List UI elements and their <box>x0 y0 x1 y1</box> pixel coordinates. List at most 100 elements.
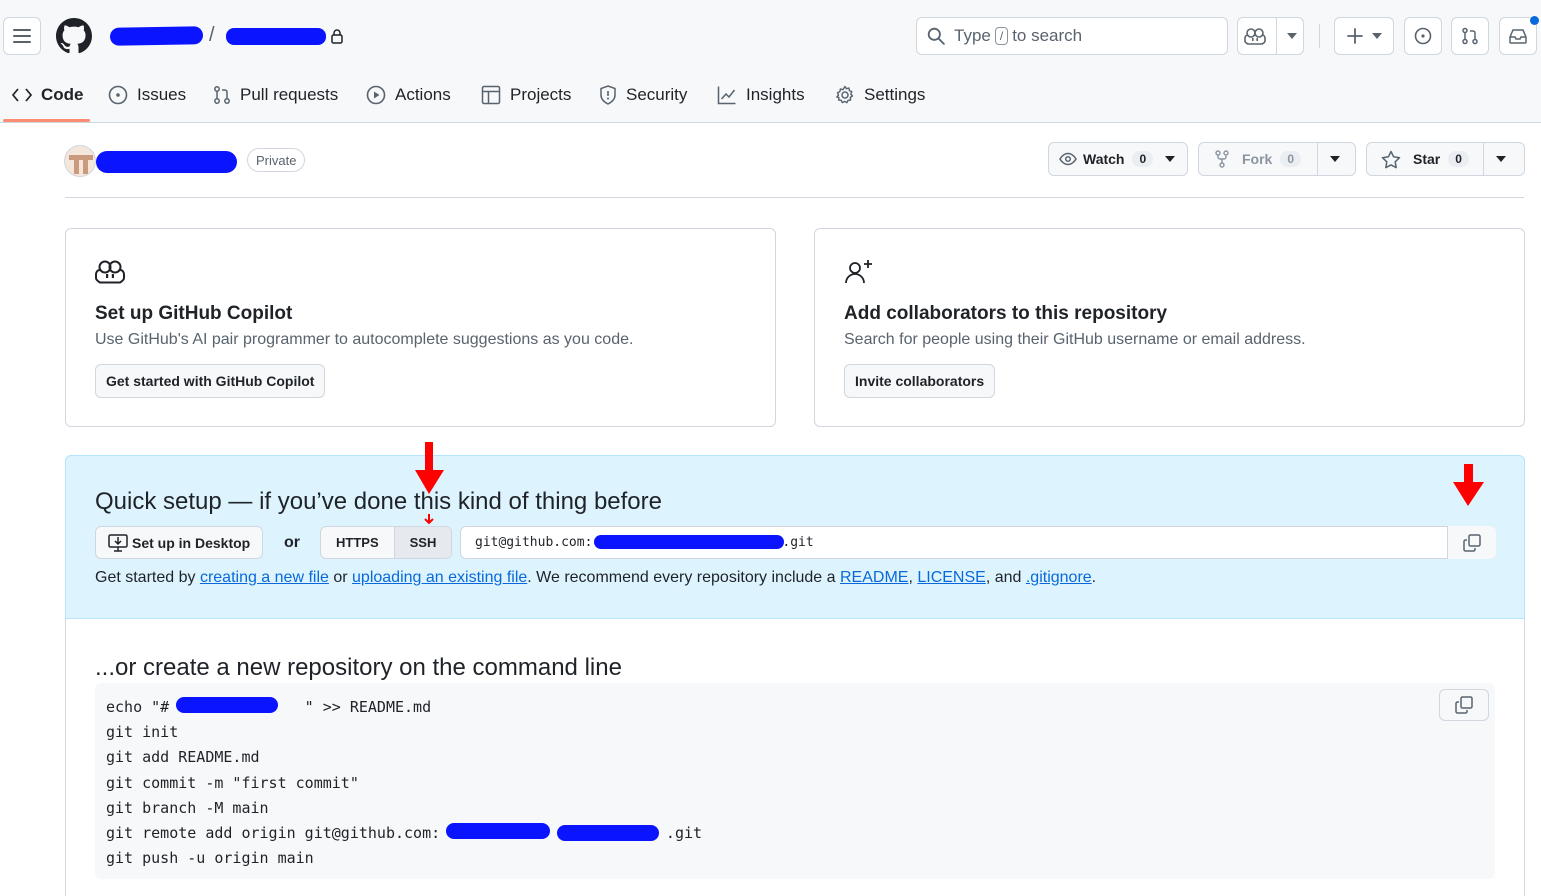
star-count: 0 <box>1448 151 1469 167</box>
tab-issues[interactable]: Issues <box>108 80 186 110</box>
invite-collaborators-button[interactable]: Invite collaborators <box>844 364 996 398</box>
copilot-card-description: Use GitHub's AI pair programmer to autoc… <box>95 331 634 348</box>
visibility-badge: Private <box>247 148 306 172</box>
code-line: git branch -M main <box>106 798 269 817</box>
repo-name-redacted[interactable] <box>226 28 326 45</box>
setup-in-desktop-label: Set up in Desktop <box>132 534 251 551</box>
issue-icon <box>108 85 128 105</box>
tab-label: Insights <box>746 85 805 104</box>
watch-count: 0 <box>1132 151 1154 167</box>
quick-setup-description: Get started by creating a new file or up… <box>95 569 1096 587</box>
fork-icon <box>1215 150 1229 168</box>
protocol-selector: HTTPS SSH <box>320 526 453 559</box>
tab-label: Projects <box>510 85 572 104</box>
search-shortcut-key: / <box>994 27 1009 45</box>
repo-name-redacted <box>176 697 278 713</box>
copy-url-button[interactable] <box>1447 526 1496 559</box>
search-icon <box>927 27 945 45</box>
table-icon <box>481 85 501 105</box>
avatar[interactable] <box>64 145 96 177</box>
search-input[interactable]: Type / to search <box>916 17 1228 55</box>
code-line: git init <box>106 723 179 742</box>
text-segment: . We recommend every repository include … <box>527 569 840 586</box>
text-segment: , and <box>985 569 1026 586</box>
creating-new-file-link[interactable]: creating a new file <box>200 569 329 586</box>
text-segment: , <box>908 569 918 586</box>
fork-label: Fork <box>1242 151 1273 167</box>
text-segment: or <box>328 569 353 586</box>
copilot-icon <box>95 260 125 284</box>
copy-icon <box>1455 696 1473 714</box>
tab-actions[interactable]: Actions <box>366 80 451 110</box>
clone-url-prefix: git@github.com: <box>475 535 593 550</box>
license-link[interactable]: LICENSE <box>917 569 985 586</box>
copilot-card-title: Set up GitHub Copilot <box>95 303 293 324</box>
shield-icon <box>600 85 616 105</box>
ssh-tab[interactable]: SSH <box>393 527 452 558</box>
repo-name-redacted <box>557 825 659 841</box>
tab-label: Issues <box>137 85 187 104</box>
tab-insights[interactable]: Insights <box>717 80 805 110</box>
tab-projects[interactable]: Projects <box>481 80 571 110</box>
issue-icon <box>1414 27 1432 45</box>
create-new-button[interactable] <box>1334 17 1394 55</box>
fork-button[interactable]: Fork 0 <box>1198 142 1356 176</box>
tab-code[interactable]: Code <box>12 80 84 110</box>
tab-label: Settings <box>864 85 926 104</box>
command-line-title: ...or create a new repository on the com… <box>95 654 622 681</box>
code-icon <box>12 88 32 102</box>
search-suffix: to search <box>1012 26 1083 45</box>
star-button[interactable]: Star 0 <box>1366 142 1525 176</box>
person-add-icon <box>845 260 872 284</box>
identicon-icon <box>69 155 93 174</box>
eye-icon <box>1059 152 1077 166</box>
get-started-copilot-button[interactable]: Get started with GitHub Copilot <box>95 364 326 398</box>
command-lines: echo "# " >> README.md git init git add … <box>106 695 702 871</box>
plus-icon <box>1346 28 1363 44</box>
code-line: git push -u origin main <box>106 849 314 868</box>
https-tab[interactable]: HTTPS <box>321 527 394 558</box>
lock-icon <box>331 29 343 44</box>
chevron-down-icon <box>1287 33 1297 39</box>
gear-icon <box>836 85 854 104</box>
code-line: git add README.md <box>106 748 260 767</box>
or-label: or <box>284 534 300 551</box>
owner-name-redacted <box>446 823 550 839</box>
path-separator: / <box>209 24 215 46</box>
uploading-existing-file-link[interactable]: uploading an existing file <box>352 569 527 586</box>
clone-url-redacted <box>594 535 784 549</box>
owner-name-redacted[interactable] <box>109 26 204 46</box>
copy-commands-button[interactable] <box>1439 689 1489 721</box>
tab-pull-requests[interactable]: Pull requests <box>213 80 338 110</box>
github-logo-icon[interactable] <box>56 18 92 54</box>
tab-settings[interactable]: Settings <box>835 80 925 110</box>
pull-requests-button[interactable] <box>1451 17 1489 55</box>
menu-button[interactable] <box>3 17 41 55</box>
header-divider <box>1319 24 1320 48</box>
inbox-icon <box>1509 29 1527 44</box>
chevron-down-icon <box>1165 156 1176 162</box>
graph-icon <box>717 86 736 105</box>
tab-security[interactable]: Security <box>599 80 687 110</box>
command-line-section: ...or create a new repository on the com… <box>65 619 1525 896</box>
text-segment: . <box>1091 569 1097 586</box>
pull-request-icon <box>1462 27 1478 45</box>
search-prefix: Type <box>954 26 991 45</box>
tab-label: Code <box>41 85 84 104</box>
command-code-block: echo "# " >> README.md git init git add … <box>95 683 1495 879</box>
active-tab-indicator <box>3 119 90 122</box>
copilot-button[interactable] <box>1237 17 1304 55</box>
readme-link[interactable]: README <box>840 569 908 586</box>
chevron-down-icon <box>1371 33 1382 39</box>
gitignore-link[interactable]: .gitignore <box>1026 569 1092 586</box>
desktop-download-icon <box>108 533 128 552</box>
header-divider <box>65 197 1524 198</box>
copilot-icon <box>1244 28 1266 45</box>
setup-in-desktop-button[interactable]: Set up in Desktop <box>95 526 264 559</box>
star-icon <box>1381 150 1401 168</box>
watch-label: Watch <box>1083 151 1125 167</box>
quick-setup-panel: Quick setup — if you’ve done this kind o… <box>65 455 1525 619</box>
copy-icon <box>1463 533 1481 552</box>
issues-button[interactable] <box>1404 17 1442 55</box>
watch-button[interactable]: Watch 0 <box>1048 142 1188 176</box>
